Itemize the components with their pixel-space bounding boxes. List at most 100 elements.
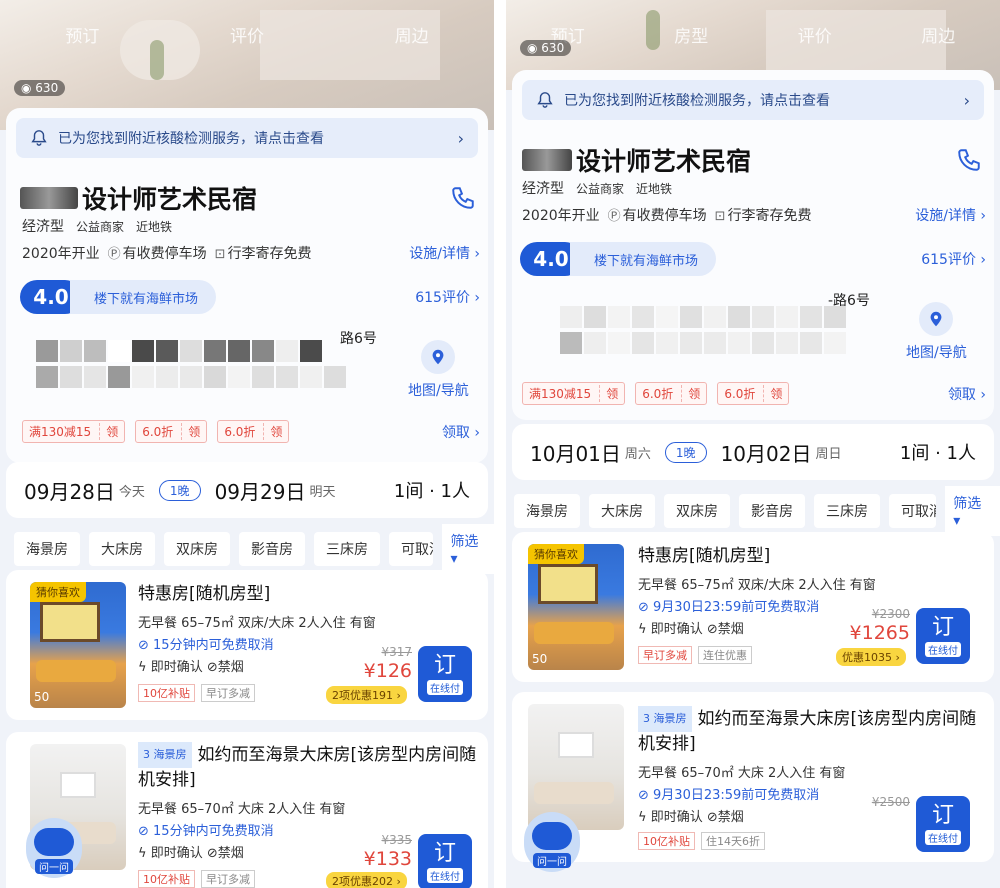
hotel-title-row: 设计师艺术民宿 [522,142,982,178]
no-smoking-text: 禁烟 [717,622,744,637]
discount-badge[interactable]: 2项优惠202 › [326,872,407,888]
room-guest-count[interactable]: 1间 · 1人 [394,477,470,503]
no-smoking-icon: ⊘ [206,660,218,675]
photo-count[interactable]: ◉ 630 [14,80,66,96]
facilities-link[interactable]: 设施/详情 › [409,243,480,263]
free-cancel: ⊘ 15分钟内可免费取消 [138,638,274,653]
room-photo[interactable]: 猜你喜欢 50 [528,544,624,670]
checkout-date: 10月02日 [720,441,812,466]
bot-face [532,822,572,850]
discount-badge[interactable]: 2项优惠191 › [326,686,407,704]
hotel-title-row: 设计师艺术民宿 [20,180,476,216]
coupon[interactable]: 6.0折领 [135,420,208,443]
free-cancel-text: 9月30日23:59前可免费取消 [653,788,820,803]
pay-online-label: 在线付 [925,829,961,845]
hotel-tags: 经济型 公益商家 近地铁 [22,216,172,236]
luggage: ⊡ 行李寄存免费 [715,205,812,225]
tab-reviews[interactable]: 评价 [230,22,264,47]
guess-you-like-badge: 猜你喜欢 [528,544,584,564]
discount-badge[interactable]: 优惠1035 › [836,648,906,666]
map-nav-label: 地图/导航 [906,345,967,361]
filter-chip[interactable]: 三床房 [814,494,880,528]
checkin-day: 今天 [118,484,145,500]
map-nav-button[interactable]: 地图/导航 [906,302,967,362]
room-filters: 海景房 大床房 双床房 影音房 三床房 可取消 筛选 ▾ [514,486,1000,536]
assistant-bot-icon[interactable]: 问一问 [524,812,580,872]
coupon-text: 6.0折 [642,387,674,401]
rating-row[interactable]: 4.0 楼下就有海鲜市场 615评价 › [20,280,480,314]
reviews-link[interactable]: 615评价 › [415,287,480,307]
reviews-link[interactable]: 615评价 › [921,249,986,269]
bot-label: 问一问 [533,853,571,868]
filter-button[interactable]: 筛选 ▾ [442,524,494,574]
book-label: 订 [433,652,456,678]
date-picker[interactable]: 10月01日 周六 1晚 10月02日 周日 1间 · 1人 [512,424,994,480]
tab-nearby[interactable]: 周边 [921,22,955,47]
room-promo-tags: 早订多减 连住优惠 [638,646,752,664]
filter-chip[interactable]: 影音房 [239,532,305,566]
room-sofa [534,782,614,804]
chevron-right-icon: › [963,90,970,110]
coupon[interactable]: 6.0折领 [217,420,290,443]
filter-chip[interactable]: 大床房 [89,532,155,566]
phone-icon[interactable] [450,185,476,211]
book-button[interactable]: 订 在线付 [916,796,970,852]
phone-icon[interactable] [956,147,982,173]
coupon[interactable]: 6.0折领 [635,382,708,405]
pay-online-label: 在线付 [427,679,463,695]
book-button[interactable]: 订 在线付 [418,834,472,888]
no-smoking-text: 禁烟 [217,660,244,675]
promo-tag: 10亿补贴 [638,832,695,850]
covid-test-notice[interactable]: 已为您找到附近核酸检测服务，请点击查看 › [522,80,984,120]
filter-chip[interactable]: 双床房 [164,532,230,566]
instant-confirm-text: 即时确认 [150,660,203,675]
filter-chip[interactable]: 可取消 [889,494,937,528]
room-painting [558,732,594,758]
rating-row[interactable]: 4.0 楼下就有海鲜市场 615评价 › [520,242,986,276]
promo-tag: 早订多减 [201,870,255,888]
original-price: ¥2300 [871,607,910,621]
coupon[interactable]: 满130减15 领 [22,420,126,443]
room-photo[interactable] [528,704,624,830]
sale-price: ¥1265 [849,622,910,644]
luggage: ⊡ 行李寄存免费 [215,243,312,263]
original-price: ¥317 [381,645,412,659]
free-cancel-text: 9月30日23:59前可免费取消 [653,600,820,615]
date-picker[interactable]: 09月28日 今天 1晚 09月29日 明天 1间 · 1人 [6,462,488,518]
filter-chip[interactable]: 可取消 [389,532,434,566]
tab-booking[interactable]: 预订 [65,22,99,47]
facilities-link[interactable]: 设施/详情 › [915,205,986,225]
sea-view-tag: 3 海景房 [138,742,192,768]
tab-room-type[interactable]: 房型 [674,22,708,47]
receive-coupons-link[interactable]: 领取 › [442,422,480,442]
filter-button[interactable]: 筛选 ▾ [945,486,1000,536]
guess-you-like-badge: 猜你喜欢 [30,582,86,602]
assistant-bot-icon[interactable]: 问一问 [26,818,82,878]
filter-chip[interactable]: 大床房 [589,494,655,528]
filter-chip[interactable]: 影音房 [739,494,805,528]
covid-test-notice[interactable]: 已为您找到附近核酸检测服务，请点击查看 › [16,118,478,158]
filter-chip[interactable]: 海景房 [14,532,80,566]
photo-count[interactable]: ◉ 630 [520,40,572,56]
filter-chip[interactable]: 双床房 [664,494,730,528]
room-painting [538,564,598,604]
promo-tag: 10亿补贴 [138,684,195,702]
left-screenshot: 预订 评价 周边 ◉ 630 已为您找到附近核酸检测服务，请点击查看 › 设计师… [0,0,494,888]
room-guest-count[interactable]: 1间 · 1人 [900,439,976,465]
lightning-icon: ϟ [138,660,147,675]
tab-nearby[interactable]: 周边 [395,22,429,47]
coupon[interactable]: 满130减15 领 [522,382,626,405]
room-photo[interactable]: 猜你喜欢 50 [30,582,126,708]
hero-tabs: 预订 评价 周边 [0,22,494,47]
filter-chip[interactable]: 海景房 [514,494,580,528]
book-button[interactable]: 订 在线付 [418,646,472,702]
filter-chip[interactable]: 三床房 [314,532,380,566]
room-promo-tags: 10亿补贴 早订多减 [138,684,255,702]
panel-divider [494,0,506,888]
coupon-claim: 领 [599,385,618,402]
coupon[interactable]: 6.0折领 [717,382,790,405]
receive-coupons-link[interactable]: 领取 › [948,384,986,404]
book-button[interactable]: 订 在线付 [916,608,970,664]
map-nav-button[interactable]: 地图/导航 [408,340,469,400]
tab-reviews[interactable]: 评价 [798,22,832,47]
